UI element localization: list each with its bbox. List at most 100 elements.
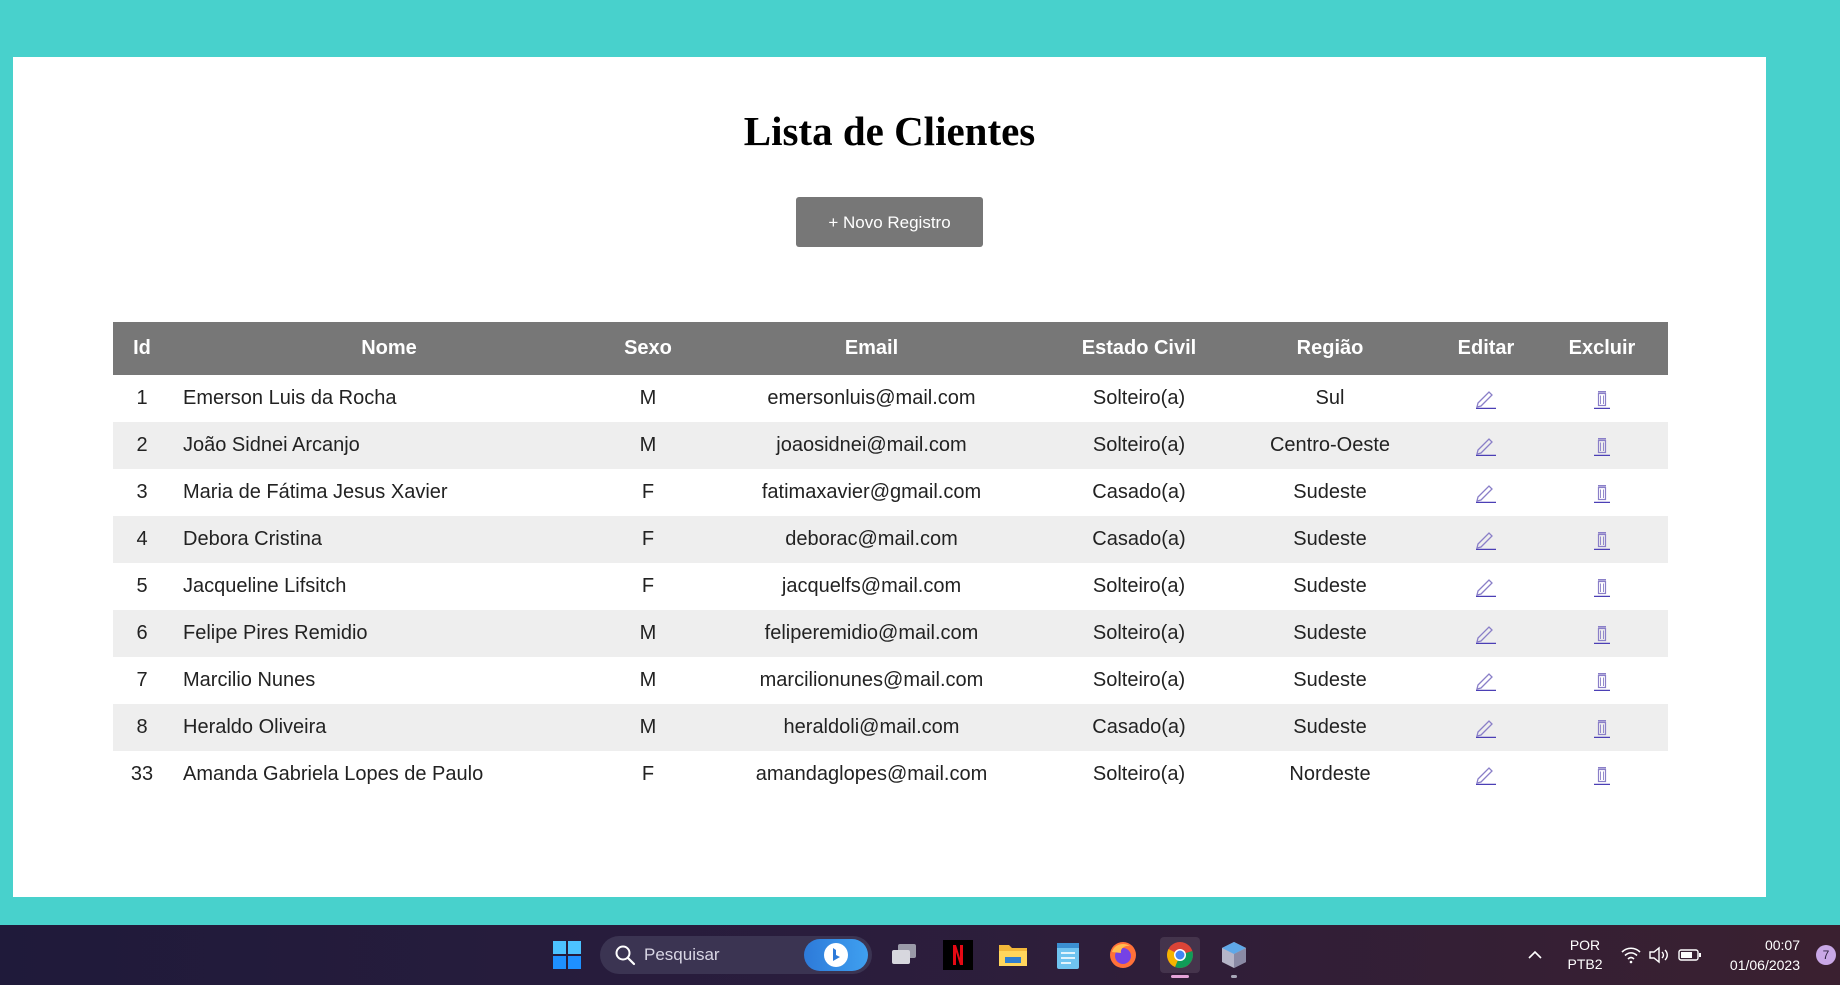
edit-link[interactable] — [1474, 389, 1498, 409]
cell-sexo: M — [639, 669, 657, 691]
edit-link[interactable] — [1474, 624, 1498, 644]
cell-excluir — [1536, 375, 1668, 422]
pencil-icon — [1476, 531, 1496, 550]
keyboard-layout: PTB2 — [1567, 956, 1603, 972]
pencil-icon — [1476, 390, 1496, 409]
delete-link[interactable] — [1590, 671, 1614, 691]
cell-id: 33 — [130, 763, 154, 785]
cell-estado-civil: Solteiro(a) — [1092, 669, 1186, 691]
search-icon — [614, 944, 636, 966]
table-row: 7 Marcilio Nunes M marcilionunes@mail.co… — [113, 657, 1668, 704]
firefox-app[interactable] — [1105, 937, 1141, 973]
cell-sexo: M — [639, 387, 657, 409]
file-explorer-app[interactable] — [995, 937, 1031, 973]
active-app-indicator — [1171, 975, 1189, 978]
edit-link[interactable] — [1474, 530, 1498, 550]
cell-sexo: F — [641, 575, 655, 597]
cell-id: 8 — [136, 716, 148, 738]
table-header-row: Id Nome Sexo Email Estado Civil Região E… — [113, 322, 1668, 375]
cell-estado-civil: Solteiro(a) — [1092, 622, 1186, 644]
cell-sexo: M — [639, 434, 657, 456]
delete-link[interactable] — [1590, 436, 1614, 456]
notepad-app[interactable] — [1050, 937, 1086, 973]
trash-icon — [1594, 766, 1610, 785]
trash-icon — [1594, 672, 1610, 691]
cell-nome: Felipe Pires Remidio — [183, 622, 368, 644]
cell-id: 1 — [136, 387, 148, 409]
notification-badge[interactable]: 7 — [1816, 945, 1836, 965]
table-row: 2 João Sidnei Arcanjo M joaosidnei@mail.… — [113, 422, 1668, 469]
edit-link[interactable] — [1474, 671, 1498, 691]
cell-editar — [1436, 610, 1536, 657]
cell-estado-civil: Solteiro(a) — [1092, 387, 1186, 409]
cell-id: 7 — [136, 669, 148, 691]
header-nome: Nome — [361, 337, 417, 359]
search-placeholder: Pesquisar — [644, 945, 720, 964]
cell-regiao: Sudeste — [1293, 716, 1367, 738]
battery-icon — [1678, 949, 1701, 961]
task-view-button[interactable] — [886, 937, 922, 973]
cell-email: emersonluis@mail.com — [767, 387, 976, 409]
cell-editar — [1436, 704, 1536, 751]
clock-date: 01/06/2023 — [1729, 957, 1800, 973]
pencil-icon — [1476, 578, 1496, 597]
table-row: 3 Maria de Fátima Jesus Xavier F fatimax… — [113, 469, 1668, 516]
delete-link[interactable] — [1590, 483, 1614, 503]
chrome-icon — [1167, 942, 1193, 968]
cell-regiao: Sudeste — [1293, 669, 1367, 691]
taskbar-search[interactable]: Pesquisar — [600, 936, 872, 974]
show-hidden-icons-button[interactable] — [1520, 937, 1550, 973]
chrome-app[interactable] — [1160, 937, 1200, 978]
chevron-up-icon — [1528, 950, 1542, 959]
cell-editar — [1436, 375, 1536, 422]
cell-nome: João Sidnei Arcanjo — [183, 434, 360, 456]
table-row: 4 Debora Cristina F deborac@mail.com Cas… — [113, 516, 1668, 563]
bing-button[interactable] — [804, 939, 868, 971]
taskbar-clock[interactable]: 00:07 01/06/2023 — [1730, 935, 1800, 975]
cell-nome: Maria de Fátima Jesus Xavier — [183, 481, 448, 503]
edit-link[interactable] — [1474, 718, 1498, 738]
delete-link[interactable] — [1590, 765, 1614, 785]
cell-regiao: Sul — [1315, 387, 1345, 409]
cell-editar — [1436, 469, 1536, 516]
cell-regiao: Sudeste — [1293, 622, 1367, 644]
cell-email: heraldoli@mail.com — [783, 716, 960, 738]
cell-id: 4 — [136, 528, 148, 550]
trash-icon — [1594, 578, 1610, 597]
header-id: Id — [133, 337, 151, 359]
cell-id: 6 — [136, 622, 148, 644]
edit-link[interactable] — [1474, 436, 1498, 456]
pencil-icon — [1476, 437, 1496, 456]
netflix-icon — [943, 940, 973, 970]
cell-editar — [1436, 422, 1536, 469]
start-button[interactable] — [549, 937, 585, 973]
delete-link[interactable] — [1590, 530, 1614, 550]
virtualbox-app[interactable] — [1216, 937, 1252, 978]
delete-link[interactable] — [1590, 389, 1614, 409]
netflix-app[interactable] — [940, 937, 976, 973]
cell-regiao: Sudeste — [1293, 481, 1367, 503]
cell-nome: Amanda Gabriela Lopes de Paulo — [183, 763, 484, 785]
running-app-indicator — [1231, 975, 1237, 978]
language-code: POR — [1569, 937, 1601, 953]
system-status-button[interactable] — [1617, 937, 1705, 973]
edit-link[interactable] — [1474, 577, 1498, 597]
new-record-button[interactable]: + Novo Registro — [796, 197, 983, 247]
cell-estado-civil: Solteiro(a) — [1092, 575, 1186, 597]
table-row: 6 Felipe Pires Remidio M feliperemidio@m… — [113, 610, 1668, 657]
input-language-indicator[interactable]: POR PTB2 — [1563, 936, 1607, 974]
cell-email: joaosidnei@mail.com — [776, 434, 967, 456]
delete-link[interactable] — [1590, 718, 1614, 738]
delete-link[interactable] — [1590, 624, 1614, 644]
trash-icon — [1594, 531, 1610, 550]
edit-link[interactable] — [1474, 483, 1498, 503]
cell-email: jacquelfs@mail.com — [781, 575, 962, 597]
cell-regiao: Sudeste — [1293, 575, 1367, 597]
cell-editar — [1436, 516, 1536, 563]
cell-excluir — [1536, 422, 1668, 469]
firefox-icon — [1110, 942, 1136, 968]
edit-link[interactable] — [1474, 765, 1498, 785]
cell-nome: Marcilio Nunes — [183, 669, 316, 691]
delete-link[interactable] — [1590, 577, 1614, 597]
cell-id: 5 — [136, 575, 148, 597]
